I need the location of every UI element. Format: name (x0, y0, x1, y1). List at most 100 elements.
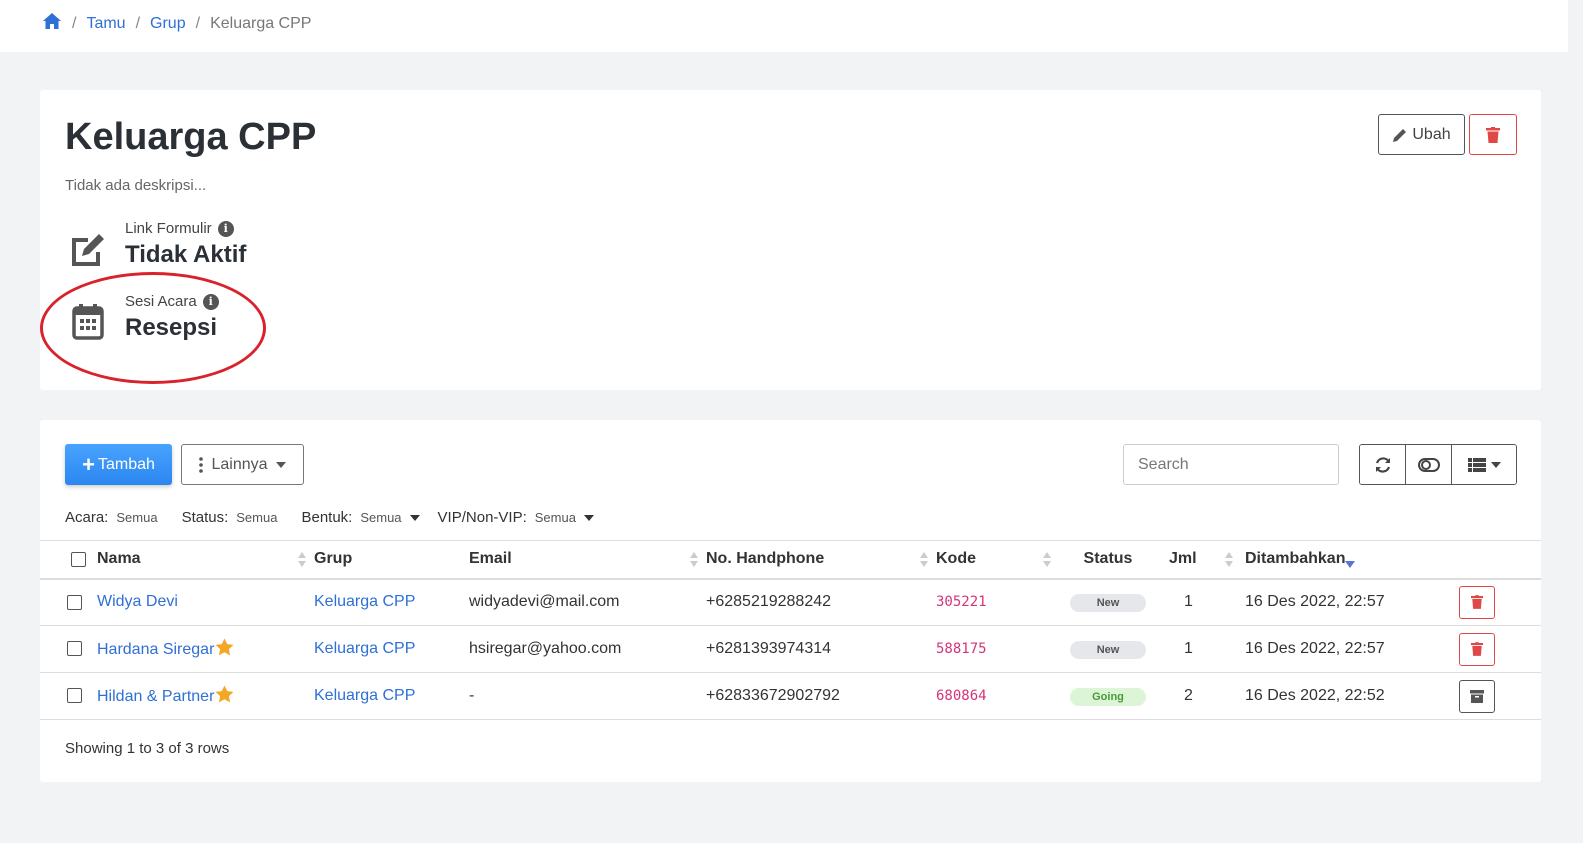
table-tools (1359, 444, 1517, 485)
search-input[interactable] (1123, 444, 1339, 485)
filter-acara-value: Semua (116, 510, 158, 525)
guest-email: hsiregar@yahoo.com (469, 625, 706, 673)
toggle-view-button[interactable] (1406, 445, 1452, 484)
table-row: Hardana Siregar Keluarga CPP hsiregar@ya… (40, 625, 1541, 673)
filter-bentuk[interactable]: Bentuk: Semua (301, 509, 420, 526)
guest-code: 680864 (936, 688, 987, 704)
breadcrumb: / Tamu / Grup / Keluarga CPP (42, 12, 311, 35)
guest-name-link[interactable]: Hardana Siregar (97, 641, 214, 658)
breadcrumb-grup[interactable]: Grup (150, 15, 186, 33)
filter-acara-label: Acara: (65, 509, 109, 526)
breadcrumb-separator: / (195, 14, 201, 32)
columns-button[interactable] (1452, 445, 1516, 484)
caret-down-icon (583, 514, 594, 521)
guest-table-card: + Tambah Lainnya Acara: (40, 420, 1541, 782)
filter-vip[interactable]: VIP/Non-VIP: Semua (438, 509, 594, 526)
link-formulir-info: Link Formulir i Tidak Aktif (65, 220, 246, 272)
home-icon[interactable] (42, 12, 62, 35)
guest-name-link[interactable]: Hildan & Partner (97, 688, 214, 705)
link-formulir-label: Link Formulir (125, 220, 212, 237)
date-added: 16 Des 2022, 22:57 (1241, 578, 1459, 626)
sort-icon (690, 552, 698, 568)
trash-icon (1471, 595, 1483, 610)
top-bar: / Tamu / Grup / Keluarga CPP (0, 0, 1568, 52)
refresh-icon (1374, 456, 1392, 474)
guest-phone: +6281393974314 (706, 625, 936, 673)
guest-phone: +62833672902792 (706, 672, 936, 720)
status-badge: Going (1070, 687, 1146, 706)
breadcrumb-separator: / (135, 14, 141, 32)
sort-icon (298, 552, 306, 568)
sort-icon (1225, 552, 1233, 568)
toggle-icon (1417, 457, 1440, 472)
filter-status-label: Status: (181, 509, 229, 526)
filter-bar: Acara: Semua Status: Semua Bentuk: Semua… (65, 509, 618, 526)
column-phone[interactable]: No. Handphone (706, 540, 936, 580)
breadcrumb-tamu[interactable]: Tamu (86, 15, 125, 33)
ellipsis-vertical-icon (199, 456, 204, 473)
archive-row-button[interactable] (1459, 679, 1495, 713)
column-jml[interactable]: Jml (1157, 540, 1241, 580)
guest-count: 1 (1157, 578, 1241, 626)
more-button-label: Lainnya (211, 455, 268, 473)
row-checkbox[interactable] (67, 688, 82, 704)
group-link[interactable]: Keluarga CPP (314, 640, 415, 657)
caret-down-icon (409, 514, 420, 521)
column-kode[interactable]: Kode (936, 540, 1059, 580)
pencil-icon (1392, 127, 1408, 143)
info-icon[interactable]: i (217, 220, 234, 237)
add-guest-button[interactable]: + Tambah (65, 444, 172, 485)
breadcrumb-current: Keluarga CPP (210, 14, 312, 32)
delete-group-button[interactable] (1469, 114, 1517, 155)
filter-acara[interactable]: Acara: Semua (65, 509, 158, 526)
group-detail-card: Keluarga CPP Tidak ada deskripsi... Link… (40, 90, 1541, 390)
more-button[interactable]: Lainnya (181, 444, 304, 485)
guest-code: 588175 (936, 641, 987, 657)
delete-row-button[interactable] (1459, 585, 1495, 619)
sort-icon (1043, 552, 1051, 568)
guest-table: Nama Grup Email No. Handphone Kode Statu… (40, 540, 1541, 720)
list-icon (1467, 457, 1486, 472)
select-all-checkbox[interactable] (71, 551, 86, 567)
sort-icon (920, 552, 928, 568)
group-description: Tidak ada deskripsi... (65, 177, 207, 194)
archive-icon (1470, 689, 1484, 703)
breadcrumb-separator: / (72, 14, 77, 32)
guest-email: - (469, 672, 706, 720)
caret-down-icon (1490, 461, 1501, 468)
guest-name-link[interactable]: Widya Devi (97, 593, 178, 610)
annotation-circle (40, 272, 266, 384)
page-title: Keluarga CPP (65, 116, 317, 158)
table-header-row: Nama Grup Email No. Handphone Kode Statu… (40, 540, 1541, 580)
pagination-info: Showing 1 to 3 of 3 rows (65, 740, 230, 757)
filter-status-value: Semua (236, 510, 278, 525)
guest-count: 2 (1157, 672, 1241, 720)
add-guest-label: Tambah (97, 455, 155, 473)
trash-icon (1486, 126, 1500, 143)
column-ditambahkan[interactable]: Ditambahkan (1241, 540, 1459, 580)
date-added: 16 Des 2022, 22:52 (1241, 672, 1459, 720)
edit-icon (65, 226, 111, 272)
trash-icon (1471, 642, 1483, 656)
group-link[interactable]: Keluarga CPP (314, 593, 415, 610)
column-email[interactable]: Email (469, 540, 706, 580)
sort-desc-icon (1345, 561, 1355, 568)
link-formulir-value: Tidak Aktif (125, 241, 247, 268)
refresh-button[interactable] (1360, 445, 1406, 484)
edit-button[interactable]: Ubah (1378, 114, 1465, 155)
status-badge: New (1070, 640, 1146, 659)
filter-bentuk-value: Semua (360, 510, 402, 525)
filter-vip-value: Semua (534, 510, 576, 525)
date-added: 16 Des 2022, 22:57 (1241, 625, 1459, 673)
column-grup: Grup (314, 540, 469, 580)
row-checkbox[interactable] (67, 594, 82, 610)
column-status: Status (1059, 540, 1157, 580)
column-nama[interactable]: Nama (97, 540, 314, 580)
filter-status[interactable]: Status: Semua (182, 509, 278, 526)
group-link[interactable]: Keluarga CPP (314, 687, 415, 704)
table-row: Hildan & Partner Keluarga CPP - +6283367… (40, 672, 1541, 720)
row-checkbox[interactable] (67, 641, 82, 657)
filter-vip-label: VIP/Non-VIP: (437, 509, 527, 526)
delete-row-button[interactable] (1459, 632, 1495, 666)
filter-bentuk-label: Bentuk: (301, 509, 353, 526)
